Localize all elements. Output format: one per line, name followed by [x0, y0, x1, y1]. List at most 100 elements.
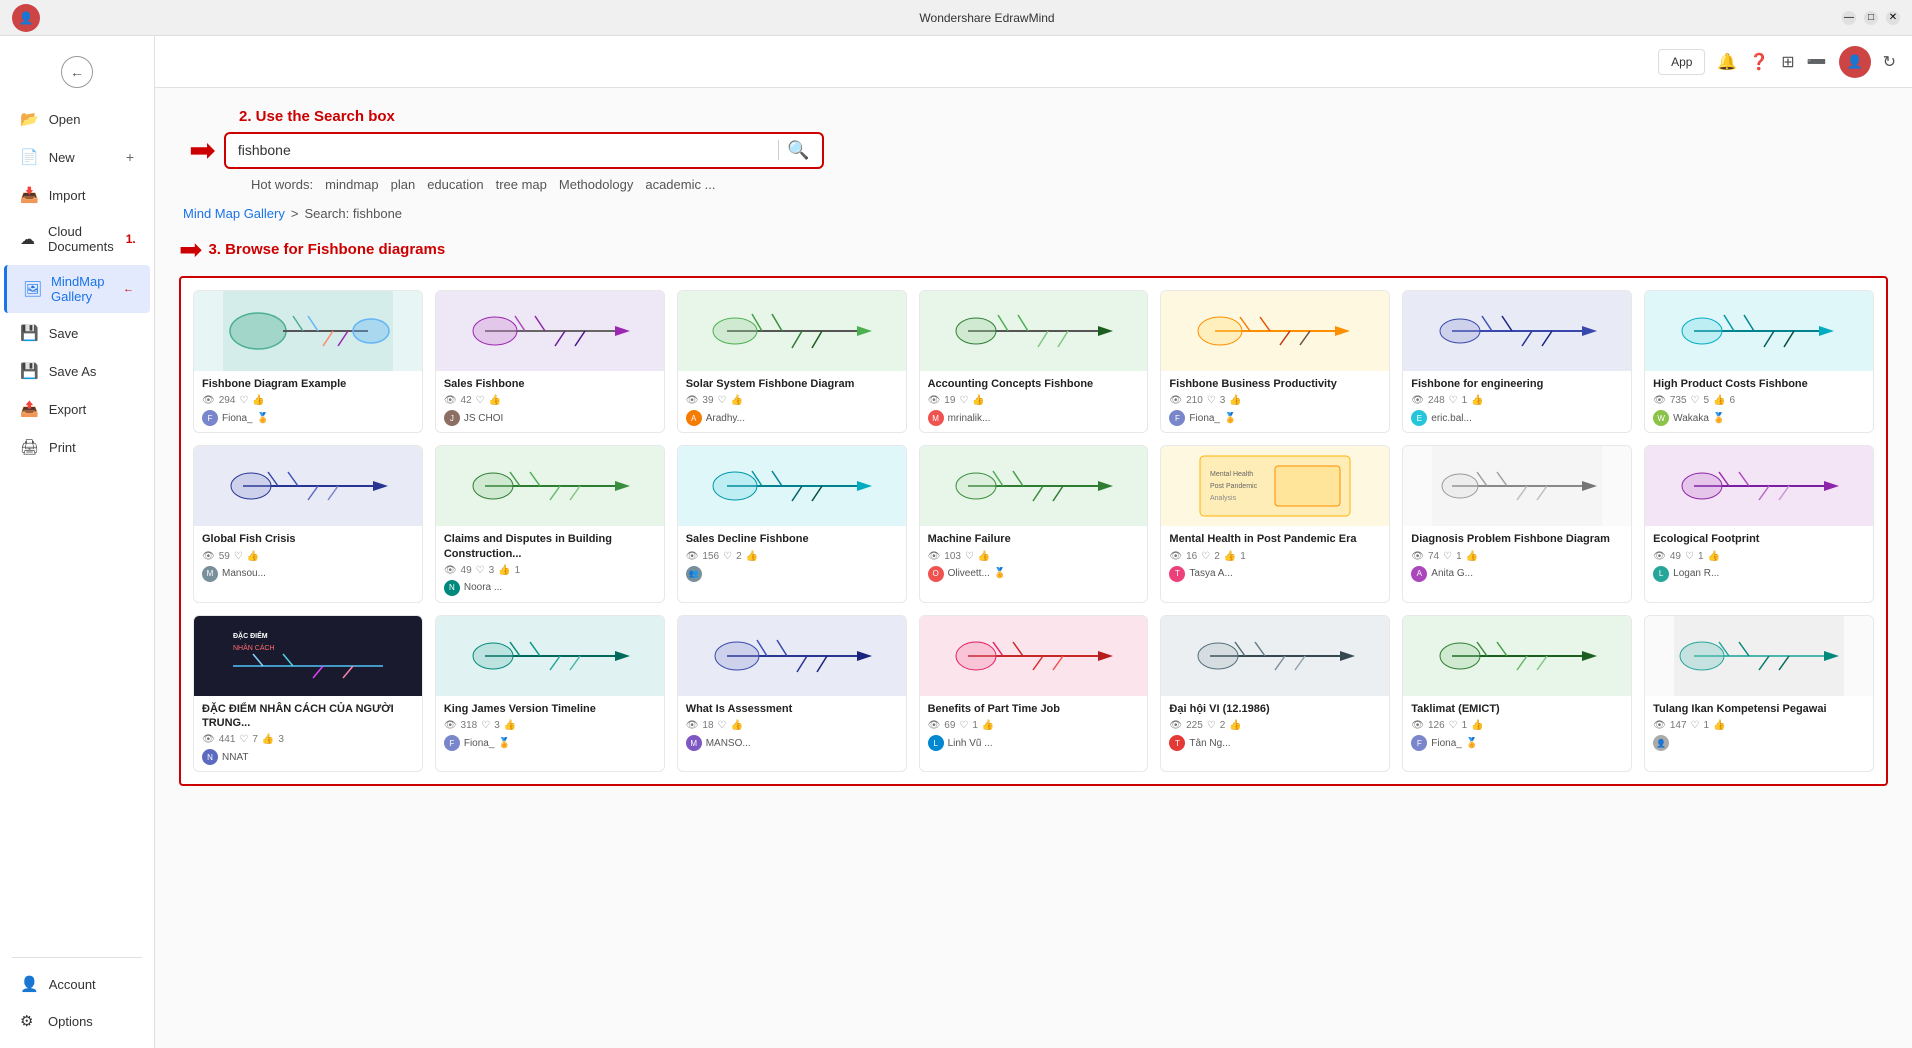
card-stats-8: 👁 49 ♡ 3 👍 1	[444, 565, 656, 576]
card-thumb-1	[436, 291, 664, 371]
sidebar-item-gallery[interactable]: 🖼 MindMap Gallery ←	[4, 265, 150, 313]
open-icon: 📂	[20, 110, 39, 128]
options-icon: ⚙	[20, 1012, 38, 1030]
card-thumb-17	[920, 616, 1148, 696]
card-info-10: Machine Failure 👁 103 ♡ 👍 O Oliveett... …	[920, 526, 1148, 587]
gallery-card-1[interactable]: Sales Fishbone 👁 42 ♡ 👍 J JS CHOI	[435, 290, 665, 433]
heart-icon-15: ♡	[481, 720, 490, 731]
like-count-8: 1	[515, 565, 521, 576]
gallery-card-0[interactable]: Fishbone Diagram Example 👁 294 ♡ 👍 F Fio…	[193, 290, 423, 433]
gallery-card-16[interactable]: What Is Assessment 👁 18 ♡ 👍 M MANSO...	[677, 615, 907, 773]
card-info-8: Claims and Disputes in Building Construc…	[436, 526, 664, 602]
sidebar-item-export[interactable]: 📤 Export	[4, 391, 150, 427]
card-thumb-13	[1645, 446, 1873, 526]
app-button[interactable]: App	[1658, 49, 1705, 75]
card-thumb-14: ĐẶC ĐIỂM NHÂN CÁCH	[194, 616, 422, 696]
card-title-6: High Product Costs Fishbone	[1653, 377, 1865, 391]
titlebar-title: Wondershare EdrawMind	[132, 11, 1842, 25]
refresh-icon[interactable]: ↻	[1883, 52, 1896, 72]
hot-word-education[interactable]: education	[427, 177, 483, 192]
sidebar-item-print[interactable]: 🖨 Print	[4, 429, 150, 465]
card-title-17: Benefits of Part Time Job	[928, 702, 1140, 716]
sidebar-item-options[interactable]: ⚙ Options	[4, 1003, 150, 1039]
hot-words: Hot words: mindmap plan education tree m…	[251, 177, 1888, 192]
gallery-card-19[interactable]: Taklimat (EMICT) 👁 126 ♡ 1 👍 F Fiona_	[1402, 615, 1632, 773]
like-icon-18: 👍	[1229, 720, 1241, 731]
gallery-card-4[interactable]: Fishbone Business Productivity 👁 210 ♡ 3…	[1160, 290, 1390, 433]
gallery-card-10[interactable]: Machine Failure 👁 103 ♡ 👍 O Oliveett... …	[919, 445, 1149, 603]
gallery-card-20[interactable]: Tulang Ikan Kompetensi Pegawai 👁 147 ♡ 1…	[1644, 615, 1874, 773]
sidebar-label-save: Save	[49, 326, 79, 341]
hot-word-mindmap[interactable]: mindmap	[325, 177, 378, 192]
views-5: 248	[1428, 395, 1445, 406]
gallery-card-3[interactable]: Accounting Concepts Fishbone 👁 19 ♡ 👍 M …	[919, 290, 1149, 433]
card-info-14: ĐẶC ĐIỂM NHÂN CÁCH CỦA NGƯỜI TRUNG... 👁 …	[194, 696, 422, 772]
views-9: 156	[702, 551, 719, 562]
gallery-card-13[interactable]: Ecological Footprint 👁 49 ♡ 1 👍 L Logan …	[1644, 445, 1874, 603]
sidebar-item-saveas[interactable]: 💾 Save As	[4, 353, 150, 389]
author-avatar-13: L	[1653, 566, 1669, 582]
card-author-9: 👥	[686, 566, 898, 582]
titlebar: 👤 Wondershare EdrawMind — □ ✕	[0, 0, 1912, 36]
sidebar-item-new[interactable]: 📄 New +	[4, 139, 150, 175]
like-icon-12: 👍	[1466, 551, 1478, 562]
import-icon: 📥	[20, 186, 39, 204]
views-2: 39	[702, 395, 713, 406]
gallery-card-7[interactable]: Global Fish Crisis 👁 59 ♡ 👍 M Mansou...	[193, 445, 423, 603]
author-avatar-11: T	[1169, 566, 1185, 582]
sidebar-item-open[interactable]: 📂 Open	[4, 101, 150, 137]
sidebar-item-import[interactable]: 📥 Import	[4, 177, 150, 213]
help-icon[interactable]: ❓	[1749, 52, 1769, 72]
search-button[interactable]: 🔍	[787, 140, 809, 161]
heart-icon-14: ♡	[239, 734, 248, 745]
author-badge-4: 🏅	[1224, 413, 1236, 424]
sidebar-label-open: Open	[49, 112, 81, 127]
sidebar-item-save[interactable]: 💾 Save	[4, 315, 150, 351]
hot-word-methodology[interactable]: Methodology	[559, 177, 633, 192]
views-icon-16: 👁	[686, 720, 699, 731]
search-divider	[778, 140, 779, 160]
gallery-card-6[interactable]: High Product Costs Fishbone 👁 735 ♡ 5 👍 …	[1644, 290, 1874, 433]
sidebar-item-account[interactable]: 👤 Account	[4, 966, 150, 1002]
gallery-card-2[interactable]: Solar System Fishbone Diagram 👁 39 ♡ 👍 A…	[677, 290, 907, 433]
author-avatar-0: F	[202, 410, 218, 426]
hot-word-academic[interactable]: academic ...	[645, 177, 715, 192]
card-info-16: What Is Assessment 👁 18 ♡ 👍 M MANSO...	[678, 696, 906, 757]
card-info-3: Accounting Concepts Fishbone 👁 19 ♡ 👍 M …	[920, 371, 1148, 432]
hot-words-label: Hot words:	[251, 177, 313, 192]
author-name-3: mrinalik...	[948, 413, 991, 424]
views-6: 735	[1670, 395, 1687, 406]
maximize-button[interactable]: □	[1864, 11, 1878, 25]
close-button[interactable]: ✕	[1886, 11, 1900, 25]
breadcrumb-link[interactable]: Mind Map Gallery	[183, 206, 285, 221]
search-input[interactable]	[238, 142, 771, 158]
gallery-card-11[interactable]: Mental Health Post Pandemic Analysis Men…	[1160, 445, 1390, 603]
author-avatar-1: J	[444, 410, 460, 426]
card-stats-14: 👁 441 ♡ 7 👍 3	[202, 734, 414, 745]
sidebar-item-cloud[interactable]: ☁ Cloud Documents 1.	[4, 215, 150, 263]
hot-word-plan[interactable]: plan	[391, 177, 416, 192]
card-author-20: 👤	[1653, 735, 1865, 751]
gallery-card-17[interactable]: Benefits of Part Time Job 👁 69 ♡ 1 👍 L L…	[919, 615, 1149, 773]
views-icon-5: 👁	[1411, 395, 1424, 406]
gallery-card-12[interactable]: Diagnosis Problem Fishbone Diagram 👁 74 …	[1402, 445, 1632, 603]
card-title-13: Ecological Footprint	[1653, 532, 1865, 546]
hot-word-treemap[interactable]: tree map	[496, 177, 547, 192]
gallery-card-14[interactable]: ĐẶC ĐIỂM NHÂN CÁCH ĐẶC ĐIỂM NHÂN CÁCH CỦ…	[193, 615, 423, 773]
bell-icon[interactable]: 🔔	[1717, 52, 1737, 72]
card-stats-17: 👁 69 ♡ 1 👍	[928, 720, 1140, 731]
gallery-card-18[interactable]: Đại hội VI (12.1986) 👁 225 ♡ 2 👍 T Tân N…	[1160, 615, 1390, 773]
gallery-card-5[interactable]: Fishbone for engineering 👁 248 ♡ 1 👍 E e…	[1402, 290, 1632, 433]
minimize-button[interactable]: —	[1842, 11, 1856, 25]
author-avatar-20: 👤	[1653, 735, 1669, 751]
user-avatar-topbar[interactable]: 👤	[1839, 46, 1871, 78]
saveas-icon: 💾	[20, 362, 39, 380]
back-button[interactable]: ←	[61, 56, 93, 88]
gallery-card-8[interactable]: Claims and Disputes in Building Construc…	[435, 445, 665, 603]
grid-icon[interactable]: ⊞	[1781, 52, 1794, 72]
gallery-card-15[interactable]: King James Version Timeline 👁 318 ♡ 3 👍 …	[435, 615, 665, 773]
views-16: 18	[702, 720, 713, 731]
card-thumb-11: Mental Health Post Pandemic Analysis	[1161, 446, 1389, 526]
gallery-card-9[interactable]: Sales Decline Fishbone 👁 156 ♡ 2 👍 👥	[677, 445, 907, 603]
minus-icon[interactable]: ➖	[1807, 52, 1827, 72]
